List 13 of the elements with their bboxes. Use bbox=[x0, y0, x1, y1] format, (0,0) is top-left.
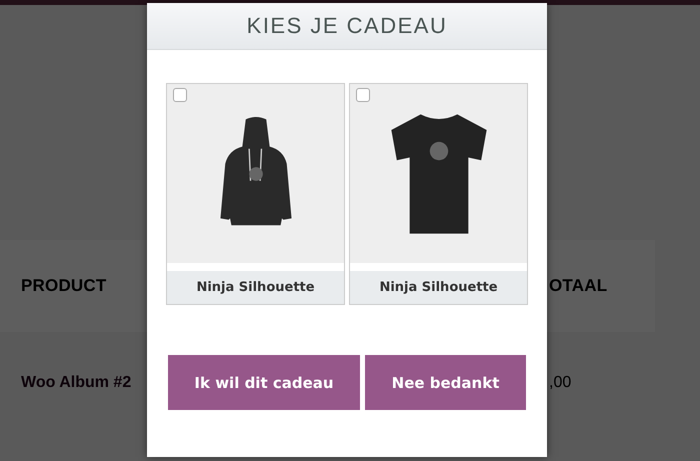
dialog-button[interactable]: Nee bedankt bbox=[365, 355, 526, 410]
gift-card[interactable]: Ninja Silhouette bbox=[166, 83, 345, 305]
column-header: OTAAL bbox=[549, 276, 608, 296]
gift-name: Ninja Silhouette bbox=[350, 271, 527, 304]
gift-name: Ninja Silhouette bbox=[167, 271, 344, 304]
dialog-title: KIES JE CADEAU bbox=[246, 13, 448, 39]
gift-card[interactable]: Ninja Silhouette bbox=[349, 83, 528, 305]
checkbox[interactable] bbox=[173, 88, 187, 102]
dialog-button[interactable]: Ik wil dit cadeau bbox=[168, 355, 360, 410]
table-cell: ,00 bbox=[549, 374, 572, 392]
product-link[interactable]: Woo Album #2 bbox=[21, 374, 132, 392]
checkbox[interactable] bbox=[356, 88, 370, 102]
column-header: PRODUCT bbox=[21, 276, 106, 296]
